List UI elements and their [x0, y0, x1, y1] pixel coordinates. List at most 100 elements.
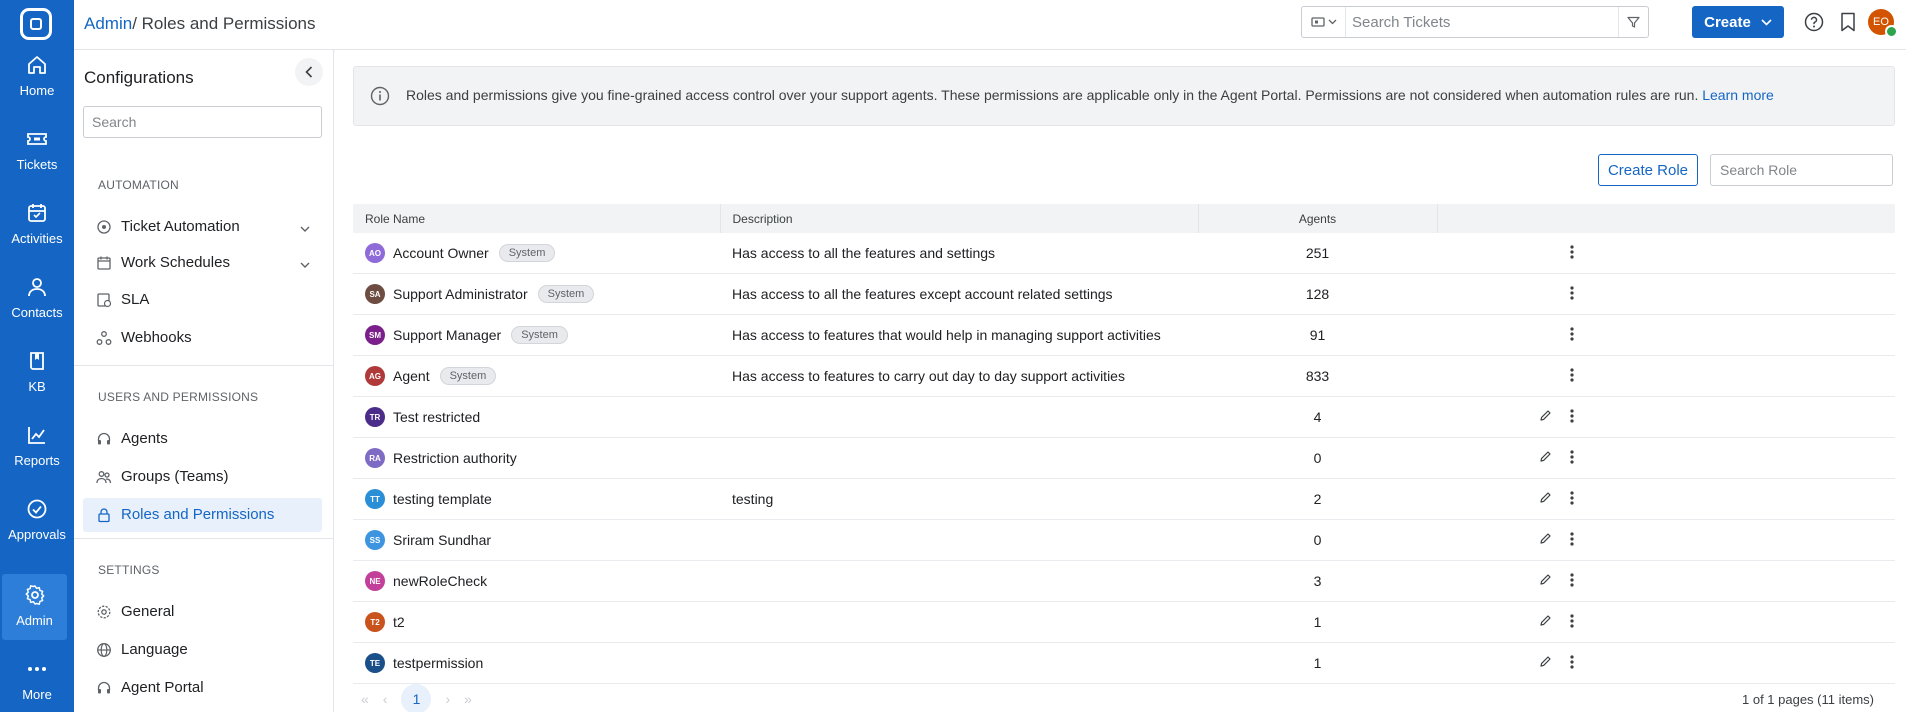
- table-row[interactable]: AG Agent System Has access to features t…: [353, 355, 1895, 397]
- pagination-info: 1 of 1 pages (11 items): [1742, 692, 1874, 707]
- edit-icon[interactable]: [1539, 614, 1552, 630]
- col-role-name[interactable]: Role Name: [353, 204, 721, 233]
- prev-page-icon[interactable]: ‹: [383, 691, 388, 707]
- edit-icon[interactable]: [1539, 573, 1552, 589]
- role-name[interactable]: Support Administrator: [393, 286, 528, 302]
- bookmark-button[interactable]: [1836, 10, 1860, 34]
- role-name[interactable]: Test restricted: [393, 409, 480, 425]
- role-description: [720, 601, 1198, 643]
- config-item-sla[interactable]: SLA: [83, 283, 322, 317]
- nav-item-activities[interactable]: Activities: [0, 192, 74, 258]
- role-avatar: AO: [365, 243, 385, 263]
- filter-button[interactable]: [1618, 7, 1648, 37]
- nav-item-reports[interactable]: Reports: [0, 414, 74, 480]
- next-page-icon[interactable]: ›: [445, 691, 450, 707]
- config-item-agent-portal[interactable]: Agent Portal: [83, 671, 322, 705]
- col-agents[interactable]: Agents: [1198, 204, 1438, 233]
- table-row[interactable]: SS Sriram Sundhar 0: [353, 519, 1895, 561]
- more-vertical-icon[interactable]: [1570, 613, 1574, 632]
- breadcrumb-admin-link[interactable]: Admin: [84, 14, 132, 33]
- info-banner-text: Roles and permissions give you fine-grai…: [406, 87, 1774, 103]
- collapse-sidebar-button[interactable]: [295, 58, 323, 86]
- table-row[interactable]: TT testing template testing 2: [353, 478, 1895, 520]
- config-item-roles-and-permissions[interactable]: Roles and Permissions: [83, 498, 322, 532]
- table-row[interactable]: NE newRoleCheck 3: [353, 560, 1895, 602]
- nav-item-more[interactable]: More: [0, 640, 74, 706]
- create-role-button[interactable]: Create Role: [1598, 154, 1698, 186]
- role-name[interactable]: Support Manager: [393, 327, 501, 343]
- row-actions: [1437, 355, 1895, 397]
- role-name[interactable]: Agent: [393, 368, 430, 384]
- search-scope-dropdown[interactable]: [1302, 7, 1346, 37]
- nav-item-kb[interactable]: KB: [0, 340, 74, 406]
- role-name[interactable]: Restriction authority: [393, 450, 517, 466]
- table-row[interactable]: SM Support Manager System Has access to …: [353, 314, 1895, 356]
- learn-more-link[interactable]: Learn more: [1702, 87, 1774, 103]
- role-name[interactable]: newRoleCheck: [393, 573, 487, 589]
- table-row[interactable]: RA Restriction authority 0: [353, 437, 1895, 479]
- groups-icon: [96, 469, 112, 485]
- search-role-input[interactable]: [1710, 154, 1893, 186]
- edit-icon[interactable]: [1539, 409, 1552, 425]
- edit-icon[interactable]: [1539, 450, 1552, 466]
- more-vertical-icon[interactable]: [1570, 572, 1574, 591]
- more-vertical-icon[interactable]: [1570, 654, 1574, 673]
- role-agents-count: 2: [1198, 478, 1437, 520]
- create-button[interactable]: Create: [1692, 6, 1784, 38]
- col-description[interactable]: Description: [720, 204, 1199, 233]
- edit-icon[interactable]: [1539, 491, 1552, 507]
- col-actions: [1437, 204, 1895, 233]
- ticket-search-input[interactable]: [1352, 11, 1592, 33]
- config-item-agents[interactable]: Agents: [83, 422, 322, 456]
- more-vertical-icon[interactable]: [1570, 326, 1574, 345]
- config-item-work-schedules[interactable]: Work Schedules: [83, 246, 322, 280]
- chevron-down-icon[interactable]: [300, 256, 310, 272]
- edit-icon[interactable]: [1539, 532, 1552, 548]
- role-name[interactable]: testing template: [393, 491, 492, 507]
- role-name[interactable]: Account Owner: [393, 245, 489, 261]
- nav-item-tickets[interactable]: Tickets: [0, 118, 74, 184]
- config-search-input[interactable]: [83, 106, 322, 138]
- nav-item-approvals[interactable]: Approvals: [0, 488, 74, 554]
- table-row[interactable]: TE testpermission 1: [353, 642, 1895, 684]
- table-row[interactable]: T2 t2 1: [353, 601, 1895, 643]
- role-agents-count: 91: [1198, 314, 1437, 356]
- config-item-webhooks[interactable]: Webhooks: [83, 321, 322, 355]
- table-row[interactable]: TR Test restricted 4: [353, 396, 1895, 438]
- app-logo[interactable]: [20, 8, 52, 40]
- help-button[interactable]: [1802, 10, 1826, 34]
- first-page-icon[interactable]: «: [361, 691, 369, 707]
- user-avatar[interactable]: EO: [1868, 9, 1898, 38]
- config-item-language[interactable]: Language: [83, 633, 322, 667]
- row-actions: [1437, 314, 1895, 356]
- more-vertical-icon[interactable]: [1570, 449, 1574, 468]
- more-vertical-icon[interactable]: [1570, 408, 1574, 427]
- more-vertical-icon[interactable]: [1570, 531, 1574, 550]
- role-name[interactable]: testpermission: [393, 655, 483, 671]
- more-vertical-icon[interactable]: [1570, 367, 1574, 386]
- page-number[interactable]: 1: [401, 684, 432, 712]
- edit-icon[interactable]: [1539, 655, 1552, 671]
- nav-item-home[interactable]: Home: [0, 44, 74, 110]
- more-vertical-icon[interactable]: [1570, 244, 1574, 263]
- nav-item-contacts[interactable]: Contacts: [0, 266, 74, 332]
- role-avatar: RA: [365, 448, 385, 468]
- role-name-cell: NE newRoleCheck: [353, 560, 720, 602]
- role-agents-count: 251: [1198, 233, 1437, 274]
- chevron-down-icon[interactable]: [300, 220, 310, 236]
- more-vertical-icon[interactable]: [1570, 490, 1574, 509]
- nav-item-label: Contacts: [11, 305, 63, 320]
- role-name[interactable]: t2: [393, 614, 405, 630]
- system-badge: System: [439, 367, 497, 385]
- check-circle-icon: [26, 498, 48, 520]
- config-item-general[interactable]: General: [83, 595, 322, 629]
- role-name[interactable]: Sriram Sundhar: [393, 532, 491, 548]
- table-row[interactable]: SA Support Administrator System Has acce…: [353, 273, 1895, 315]
- config-item-ticket-automation[interactable]: Ticket Automation: [83, 210, 322, 244]
- more-vertical-icon[interactable]: [1570, 285, 1574, 304]
- table-row[interactable]: AO Account Owner System Has access to al…: [353, 233, 1895, 274]
- last-page-icon[interactable]: »: [464, 691, 472, 707]
- nav-item-admin[interactable]: Admin: [2, 574, 67, 640]
- gear-icon: [24, 584, 46, 606]
- config-item-groups-teams[interactable]: Groups (Teams): [83, 460, 322, 494]
